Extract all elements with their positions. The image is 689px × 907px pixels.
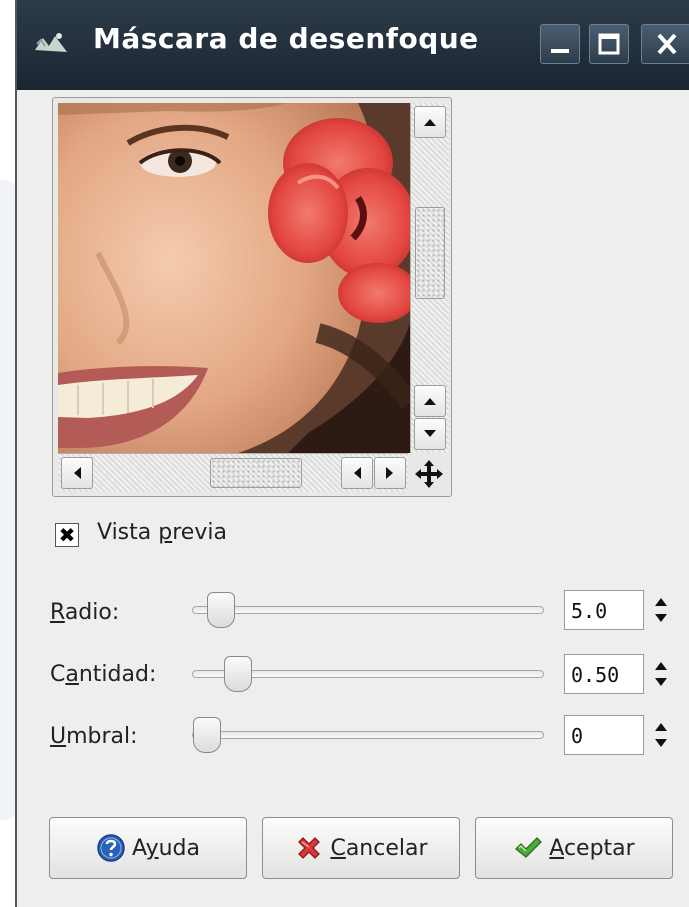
maximize-icon bbox=[598, 33, 620, 55]
help-button[interactable]: Ayuda bbox=[49, 817, 247, 879]
label-mnemonic: U bbox=[50, 724, 67, 749]
amount-label: Cantidad: bbox=[50, 662, 156, 687]
arrow-right-icon bbox=[386, 467, 393, 479]
scroll-left-button-2[interactable] bbox=[341, 457, 373, 489]
label-part: mbral: bbox=[66, 724, 138, 749]
scroll-right-button[interactable] bbox=[374, 457, 406, 489]
threshold-slider-handle[interactable] bbox=[193, 717, 221, 753]
spin-arrows-icon bbox=[655, 662, 667, 686]
title-bar[interactable]: Máscara de desenfoque bbox=[17, 0, 689, 90]
label-mnemonic: y bbox=[145, 835, 159, 861]
ok-icon bbox=[515, 837, 543, 858]
help-button-label: Ayuda bbox=[132, 836, 200, 861]
label-part: ntidad: bbox=[78, 662, 157, 687]
cancel-button[interactable]: Cancelar bbox=[262, 817, 460, 879]
amount-input[interactable]: 0.50 bbox=[564, 654, 644, 694]
spin-arrows-icon bbox=[655, 598, 667, 622]
label-part: revia bbox=[172, 520, 227, 545]
amount-slider-handle[interactable] bbox=[224, 656, 252, 692]
ok-button[interactable]: Aceptar bbox=[475, 817, 673, 879]
label-mnemonic: C bbox=[330, 835, 346, 861]
vertical-scrollbar[interactable] bbox=[410, 103, 449, 453]
scroll-down-button[interactable] bbox=[414, 418, 446, 450]
radius-spin-arrows[interactable] bbox=[651, 592, 671, 632]
label-part: adio: bbox=[64, 600, 120, 625]
arrow-up-icon bbox=[424, 398, 436, 405]
dialog-window: Máscara de desenfoque ✖ Vista previa Rad… bbox=[15, 0, 689, 907]
label-part: C bbox=[50, 662, 66, 687]
maximize-button[interactable] bbox=[589, 24, 629, 64]
arrow-up-icon bbox=[424, 119, 436, 126]
cancel-icon bbox=[298, 837, 321, 859]
threshold-label: Umbral: bbox=[50, 724, 138, 749]
ok-button-label: Aceptar bbox=[549, 836, 634, 861]
label-mnemonic: p bbox=[158, 520, 173, 545]
minimize-icon bbox=[551, 49, 569, 53]
amount-spin-arrows[interactable] bbox=[651, 656, 671, 696]
label-mnemonic: A bbox=[549, 835, 564, 861]
label-part: A bbox=[132, 835, 146, 861]
app-icon bbox=[35, 33, 67, 52]
label-mnemonic: R bbox=[50, 600, 65, 625]
radius-slider-handle[interactable] bbox=[207, 592, 235, 628]
minimize-button[interactable] bbox=[540, 24, 580, 64]
radius-slider-track[interactable] bbox=[192, 606, 544, 614]
cancel-button-label: Cancelar bbox=[330, 836, 427, 861]
arrow-left-icon bbox=[354, 467, 361, 479]
label-part: ancelar bbox=[345, 835, 428, 861]
horizontal-scroll-thumb[interactable] bbox=[210, 458, 302, 488]
preview-checkbox-label[interactable]: Vista previa bbox=[97, 520, 227, 545]
close-icon bbox=[657, 33, 676, 55]
label-part: uda bbox=[158, 835, 200, 861]
preview-image[interactable] bbox=[58, 103, 410, 453]
horizontal-scrollbar[interactable] bbox=[58, 453, 408, 492]
threshold-slider-track[interactable] bbox=[192, 731, 544, 739]
radius-label: Radio: bbox=[50, 600, 119, 625]
arrow-left-icon bbox=[74, 467, 81, 479]
preview-checkbox[interactable]: ✖ bbox=[55, 523, 79, 547]
threshold-spin-arrows[interactable] bbox=[651, 717, 671, 757]
label-mnemonic: a bbox=[65, 662, 79, 687]
scroll-left-button[interactable] bbox=[61, 457, 93, 489]
label-part: ceptar bbox=[563, 835, 635, 861]
threshold-input[interactable]: 0 bbox=[564, 715, 644, 755]
label-part: Vista bbox=[97, 520, 159, 545]
scroll-up-button[interactable] bbox=[414, 106, 446, 138]
help-icon bbox=[97, 834, 125, 862]
window-title: Máscara de desenfoque bbox=[93, 22, 479, 55]
scroll-up-button-2[interactable] bbox=[414, 385, 446, 417]
close-button[interactable] bbox=[641, 24, 689, 64]
arrow-down-icon bbox=[424, 430, 436, 437]
radius-input[interactable]: 5.0 bbox=[564, 590, 644, 630]
spin-arrows-icon bbox=[655, 723, 667, 747]
vertical-scroll-thumb[interactable] bbox=[415, 207, 445, 299]
navigate-icon[interactable] bbox=[413, 458, 445, 490]
